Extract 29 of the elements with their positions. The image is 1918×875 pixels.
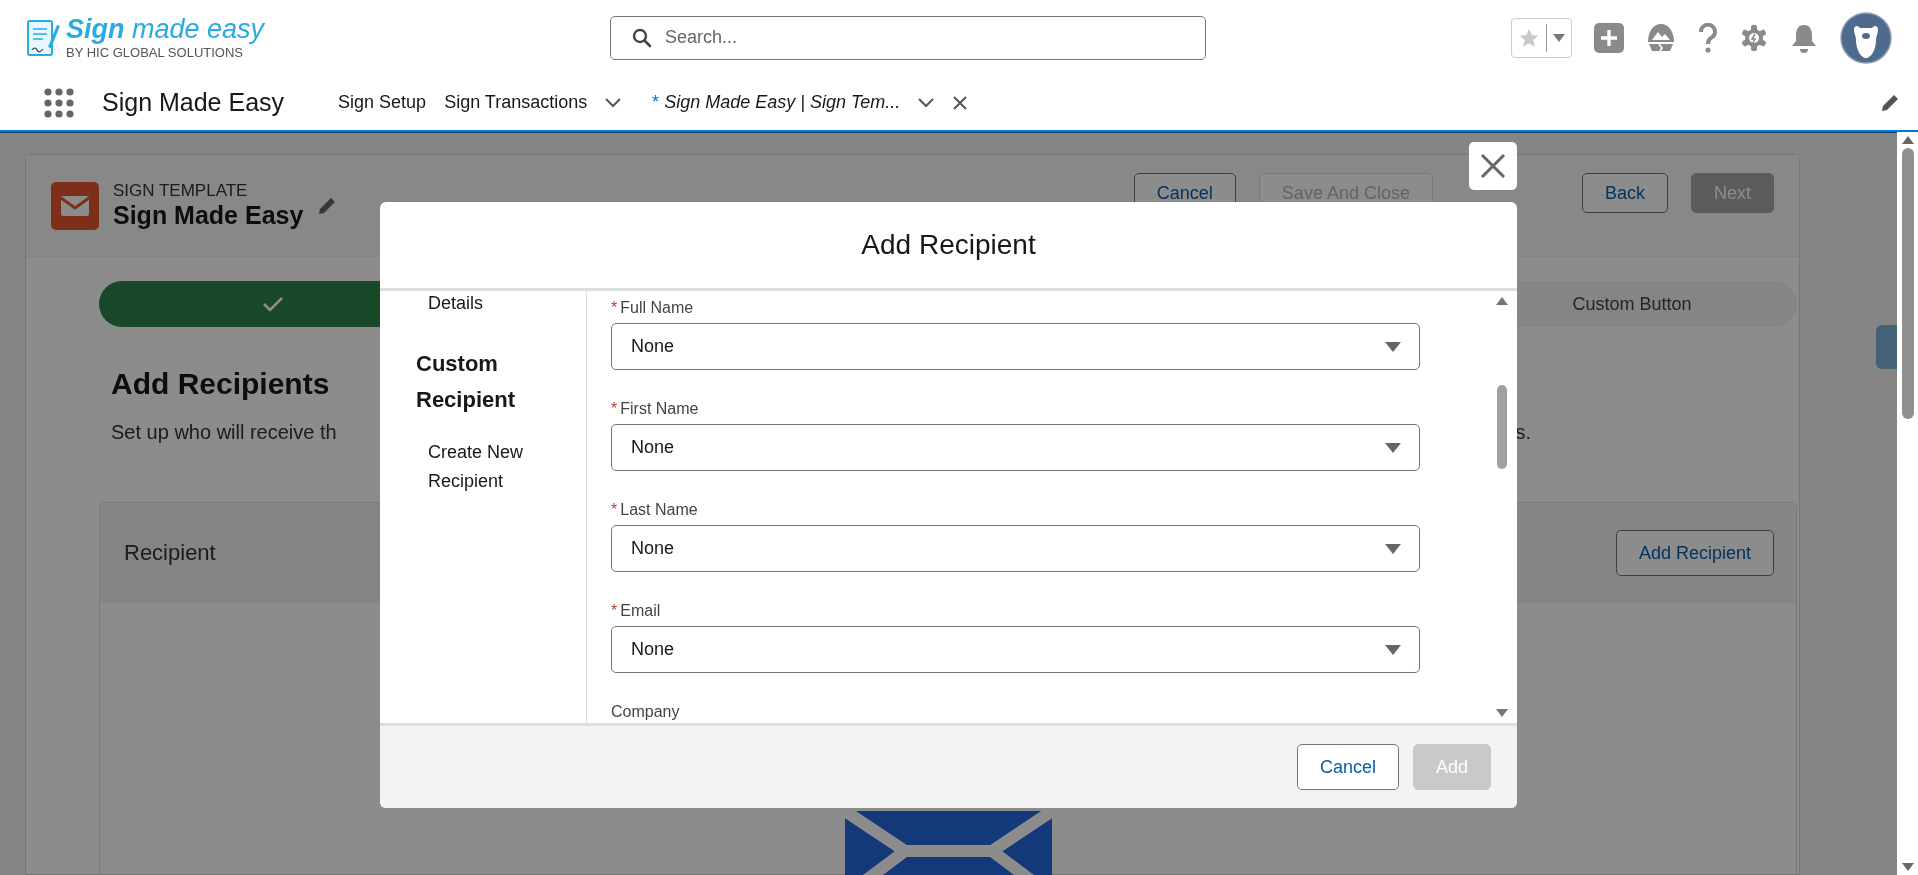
field-label: * Full Name	[611, 299, 695, 317]
field-label: * Last Name	[611, 501, 699, 519]
nav-tab[interactable]: Sign Transactions	[444, 92, 588, 113]
sidebar-item[interactable]: Create New Recipient	[416, 438, 566, 496]
header-button[interactable]: Back	[1581, 173, 1668, 213]
nav-tab[interactable]: * Sign Made Easy | Sign Tem...	[651, 92, 901, 113]
modal-title: Add Recipient	[861, 229, 1036, 261]
field-label: Company	[611, 703, 681, 721]
select-field[interactable]: None	[611, 323, 1420, 370]
select-field[interactable]: None	[611, 525, 1420, 572]
search-field[interactable]: Search...	[610, 15, 1206, 60]
select-field[interactable]: None	[611, 626, 1420, 673]
sidebar-heading: Custom Recipient	[416, 350, 517, 414]
field-label: * First Name	[611, 400, 700, 418]
record-title: Sign Made Easy	[113, 201, 304, 230]
object-label: SIGN TEMPLATE	[113, 181, 249, 201]
description-text: s.	[1515, 421, 1531, 444]
add-recipient-button[interactable]: Add Recipient	[1615, 530, 1774, 576]
logo-title: Sign made easy	[66, 16, 265, 43]
footer-button[interactable]: Cancel	[1296, 744, 1399, 790]
nav-tab[interactable]: Sign Setup	[338, 92, 427, 113]
app-name: Sign Made Easy	[102, 88, 285, 117]
sidebar-item[interactable]: Details	[416, 291, 566, 318]
card-title: Recipient	[124, 540, 216, 566]
select-field[interactable]: None	[611, 424, 1420, 471]
section-heading: Add Recipients	[111, 367, 330, 401]
field-label: * Email	[611, 602, 662, 620]
description-text: Set up who will receive th	[111, 421, 337, 444]
logo-subtitle: BY HIC GLOBAL SOLUTIONS	[66, 46, 244, 59]
